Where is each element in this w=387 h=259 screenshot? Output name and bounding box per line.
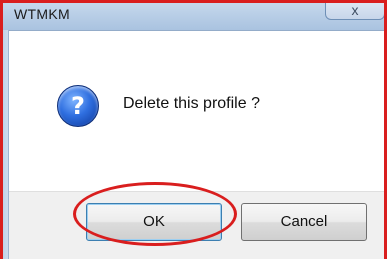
dialog-message: Delete this profile ? bbox=[123, 95, 260, 112]
window-title: WTMKM bbox=[14, 6, 70, 22]
window-frame-left bbox=[0, 30, 9, 259]
question-icon: ? bbox=[57, 85, 99, 127]
ok-button[interactable]: OK bbox=[86, 203, 222, 241]
dialog-window: WTMKM x ? Delete this profile ? OK Cance… bbox=[0, 0, 387, 259]
close-icon: x bbox=[351, 2, 359, 18]
button-bar: OK Cancel bbox=[9, 191, 387, 259]
dialog-content: ? Delete this profile ? bbox=[9, 31, 387, 191]
cancel-button[interactable]: Cancel bbox=[241, 203, 367, 241]
title-bar[interactable]: WTMKM x bbox=[0, 0, 387, 31]
question-mark-glyph: ? bbox=[71, 91, 85, 120]
close-button[interactable]: x bbox=[325, 0, 385, 20]
